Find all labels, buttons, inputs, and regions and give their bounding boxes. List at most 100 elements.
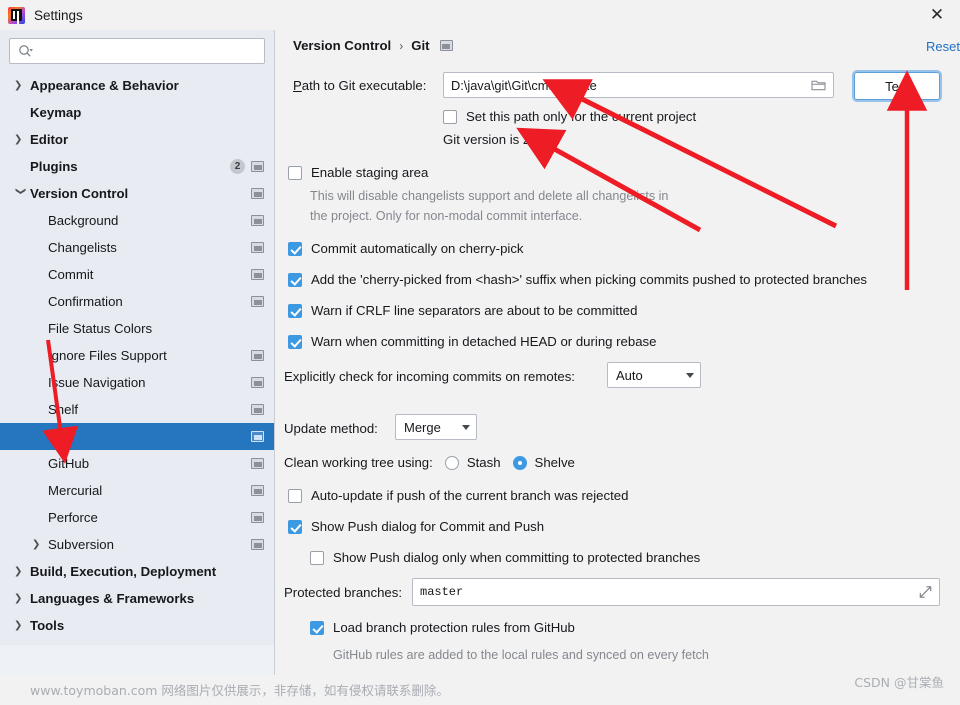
intellij-idea-logo-icon (8, 6, 25, 24)
stash-radio[interactable] (444, 455, 459, 470)
sidebar-item-git[interactable]: Git (0, 423, 274, 450)
sidebar-item-label: Mercurial (48, 483, 103, 498)
sidebar-item-adornments (251, 288, 264, 315)
close-icon[interactable]: ✕ (914, 0, 960, 30)
warn-detached-head-checkbox[interactable] (288, 334, 302, 349)
sidebar-item-adornments (251, 180, 264, 207)
show-push-dialog-row[interactable]: Show Push dialog for Commit and Push (288, 519, 544, 534)
enable-staging-hint-line2: the project. Only for non-modal commit i… (310, 209, 583, 223)
chevron-down-icon[interactable]: ❯ (15, 187, 26, 200)
set-path-only-project-row[interactable]: Set this path only for the current proje… (443, 109, 696, 124)
project-settings-icon (251, 485, 264, 496)
sidebar-item-label: Perforce (48, 510, 98, 525)
chevron-placeholder (32, 323, 45, 334)
protected-branches-input[interactable] (413, 579, 939, 605)
chevron-right-icon[interactable]: ❯ (14, 134, 27, 145)
git-path-input[interactable] (444, 73, 833, 97)
incoming-commits-value: Auto (616, 367, 643, 383)
load-branch-rules-row[interactable]: Load branch protection rules from GitHub (310, 620, 575, 635)
project-settings-icon (251, 296, 264, 307)
sidebar-item-build-execution-deployment[interactable]: ❯ Build, Execution, Deployment (0, 558, 274, 585)
chevron-right-icon[interactable]: ❯ (14, 620, 27, 631)
sidebar-item-file-status-colors[interactable]: File Status Colors (0, 315, 274, 342)
sidebar-item-adornments (251, 207, 264, 234)
folder-icon[interactable] (811, 79, 826, 92)
chevron-placeholder (14, 107, 27, 118)
enable-staging-checkbox[interactable] (288, 165, 302, 180)
sidebar-item-perforce[interactable]: Perforce (0, 504, 274, 531)
auto-update-rejected-checkbox[interactable] (288, 488, 302, 503)
enable-staging-row[interactable]: Enable staging area (288, 165, 428, 180)
sidebar-item-label: Ignore Files Support (48, 348, 167, 363)
sidebar-item-label: Issue Navigation (48, 375, 146, 390)
warn-crlf-checkbox[interactable] (288, 303, 302, 318)
chevron-placeholder (32, 296, 45, 307)
update-method-select[interactable]: Merge (395, 414, 477, 440)
sidebar-item-appearance-behavior[interactable]: ❯ Appearance & Behavior (0, 72, 274, 99)
sidebar-item-label: Commit (48, 267, 94, 282)
sidebar-item-keymap[interactable]: Keymap (0, 99, 274, 126)
sidebar-item-mercurial[interactable]: Mercurial (0, 477, 274, 504)
chevron-placeholder (32, 377, 45, 388)
chevron-right-icon[interactable]: ❯ (14, 593, 27, 604)
commit-auto-cherrypick-row[interactable]: Commit automatically on cherry-pick (288, 241, 524, 256)
chevron-placeholder (14, 161, 27, 172)
shelve-radio[interactable] (512, 455, 527, 470)
project-settings-icon (251, 458, 264, 469)
project-settings-icon (251, 431, 264, 442)
sidebar-item-changelists[interactable]: Changelists (0, 234, 274, 261)
sidebar-item-confirmation[interactable]: Confirmation (0, 288, 274, 315)
chevron-right-icon[interactable]: ❯ (32, 539, 45, 550)
sidebar-item-github[interactable]: GitHub (0, 450, 274, 477)
chevron-down-icon (462, 424, 470, 430)
git-path-label-row: Path to Git executable: (293, 78, 426, 93)
test-button[interactable]: Test (852, 70, 942, 102)
sidebar-item-subversion[interactable]: ❯ Subversion (0, 531, 274, 558)
sidebar-item-ignore-files-support[interactable]: Ignore Files Support (0, 342, 274, 369)
chevron-placeholder (32, 458, 45, 469)
sidebar-item-adornments (251, 234, 264, 261)
chevron-placeholder (32, 242, 45, 253)
sidebar-item-commit[interactable]: Commit (0, 261, 274, 288)
sidebar-item-tools[interactable]: ❯ Tools (0, 612, 274, 639)
sidebar-item-plugins[interactable]: Plugins 2 (0, 153, 274, 180)
cherrypicked-suffix-checkbox[interactable] (288, 272, 302, 287)
search-box[interactable] (9, 38, 265, 64)
sidebar-item-label: Keymap (30, 105, 82, 120)
project-settings-icon (251, 539, 264, 550)
show-push-dialog-checkbox[interactable] (288, 519, 302, 534)
load-branch-rules-label: Load branch protection rules from GitHub (333, 620, 575, 635)
protected-branches-field[interactable] (412, 578, 940, 606)
set-path-only-project-checkbox[interactable] (443, 109, 457, 124)
sidebar-item-issue-navigation[interactable]: Issue Navigation (0, 369, 274, 396)
sidebar-item-version-control[interactable]: ❯ Version Control (0, 180, 274, 207)
git-path-label-mnemonic: P (293, 78, 302, 93)
settings-dialog: Settings ✕ ❯ Appearance & Behavior Keymap… (0, 0, 960, 705)
auto-update-rejected-row[interactable]: Auto-update if push of the current branc… (288, 488, 628, 503)
title-bar: Settings ✕ (0, 0, 960, 30)
commit-auto-cherrypick-checkbox[interactable] (288, 241, 302, 256)
chevron-placeholder (32, 215, 45, 226)
chevron-right-icon[interactable]: ❯ (14, 566, 27, 577)
sidebar-item-editor[interactable]: ❯ Editor (0, 126, 274, 153)
clean-working-tree-row: Clean working tree using: Stash Shelve (284, 455, 575, 470)
sidebar-item-shelf[interactable]: Shelf (0, 396, 274, 423)
auto-update-rejected-label: Auto-update if push of the current branc… (311, 488, 629, 503)
chevron-right-icon[interactable]: ❯ (14, 80, 27, 91)
sidebar-item-background[interactable]: Background (0, 207, 274, 234)
sidebar-item-languages-frameworks[interactable]: ❯ Languages & Frameworks (0, 585, 274, 612)
show-push-dialog-protected-checkbox[interactable] (310, 550, 324, 565)
chevron-down-icon (686, 372, 694, 378)
show-push-dialog-protected-row[interactable]: Show Push dialog only when committing to… (310, 550, 700, 565)
git-path-field[interactable] (443, 72, 834, 98)
warn-crlf-row[interactable]: Warn if CRLF line separators are about t… (288, 303, 637, 318)
reset-link[interactable]: Reset (926, 39, 960, 54)
expand-icon[interactable] (919, 586, 932, 599)
load-branch-rules-checkbox[interactable] (310, 620, 324, 635)
warn-detached-head-row[interactable]: Warn when committing in detached HEAD or… (288, 334, 656, 349)
breadcrumb-root[interactable]: Version Control (293, 38, 391, 53)
incoming-commits-select[interactable]: Auto (607, 362, 701, 388)
search-input[interactable] (37, 39, 260, 63)
cherrypicked-suffix-row[interactable]: Add the 'cherry-picked from <hash>' suff… (288, 272, 867, 287)
settings-sidebar: ❯ Appearance & Behavior Keymap ❯ Editor Plu… (0, 30, 275, 675)
